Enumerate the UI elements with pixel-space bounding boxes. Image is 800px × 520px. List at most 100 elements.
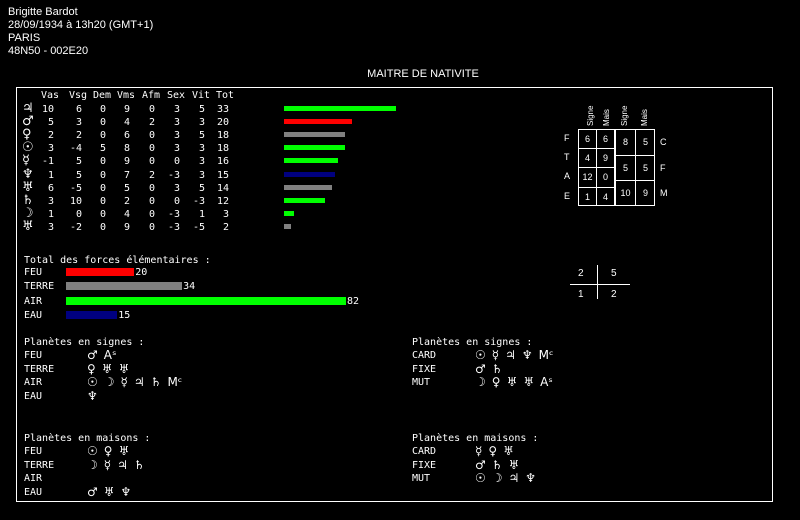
planet-glyph-icon: ♄ xyxy=(491,457,503,472)
score-cell: 0 xyxy=(99,104,106,115)
signs-elements-glyphs: ♂ Aˢ xyxy=(87,348,122,362)
grid-row-label: F xyxy=(660,162,666,173)
score-bar xyxy=(284,223,291,229)
planet-glyph-icon: ♃ xyxy=(508,471,520,486)
planet-glyph-icon: ♅ xyxy=(118,361,130,376)
planet-glyph-icon: ☽ xyxy=(475,375,486,390)
signs-modes-glyphs: ☉ ☿ ♃ ♆ Mᶜ xyxy=(475,348,559,362)
score-cell: 6 xyxy=(123,130,130,142)
houses-elements-label: TERRE xyxy=(24,459,55,471)
houses-elements-glyphs: ☉ ♀ ♅ xyxy=(87,444,135,458)
grid-row-label: T xyxy=(564,152,570,163)
score-cell: 10 xyxy=(41,104,54,115)
score-cell: 20 xyxy=(216,117,229,129)
planet-glyph-icon: ♆ xyxy=(521,348,533,362)
planet-glyph-icon: ♂ xyxy=(475,457,486,472)
signs-elements-label: EAU xyxy=(24,390,43,402)
houses-modes-heading: Planètes en maisons : xyxy=(412,433,539,444)
score-cell: 3 xyxy=(198,117,205,129)
grid-left-hline xyxy=(578,148,615,150)
planet-glyph-icon: ♂ xyxy=(22,114,34,130)
element-label-feu: FEU xyxy=(24,267,43,278)
houses-modes-label: FIXE xyxy=(412,459,437,471)
planet-glyph-icon: ♀ xyxy=(87,361,96,376)
score-cell: 0 xyxy=(99,169,106,181)
planet-glyph-icon: Mᶜ xyxy=(538,348,554,362)
houses-elements-label: AIR xyxy=(24,473,43,485)
quadrant-top-right: 5 xyxy=(611,268,617,279)
element-label-eau: EAU xyxy=(24,309,43,321)
score-bar xyxy=(284,210,295,216)
grid-left-hline xyxy=(578,167,615,169)
score-cell: 2 xyxy=(47,130,54,142)
planet-glyph-icon: ♅ xyxy=(22,218,34,234)
score-cell: 2 xyxy=(148,117,155,129)
score-cell: 18 xyxy=(216,143,229,155)
score-cell: 0 xyxy=(148,130,155,142)
score-cell: 0 xyxy=(173,195,180,207)
column-header-afm: Afm xyxy=(142,90,161,101)
score-cell: 5 xyxy=(198,130,205,142)
score-cell: 3 xyxy=(173,143,180,155)
planet-glyph-icon: ♅ xyxy=(523,375,535,390)
score-cell: 0 xyxy=(99,156,106,168)
score-bar xyxy=(284,158,339,164)
signs-elements-heading: Planètes en signes : xyxy=(24,337,145,348)
signs-elements-glyphs: ☉ ☽ ☿ ♃ ♄ Mᶜ xyxy=(87,375,188,389)
score-cell: 3 xyxy=(47,143,54,155)
grid-cell: 8 xyxy=(622,137,628,147)
score-bar xyxy=(284,106,396,111)
element-bar-terre xyxy=(66,282,183,291)
signs-modes-label: FIXE xyxy=(412,363,437,375)
score-cell: 0 xyxy=(148,182,155,194)
score-cell: 5 xyxy=(123,182,130,194)
houses-elements-label: FEU xyxy=(24,446,43,457)
element-label-air: AIR xyxy=(24,295,43,307)
score-cell: 2 xyxy=(75,130,82,142)
elements-heading: Total des forces élémentaires : xyxy=(24,255,211,266)
score-cell: 3 xyxy=(173,117,180,129)
score-cell: 3 xyxy=(47,195,54,207)
score-cell: -3 xyxy=(167,169,180,181)
score-bar xyxy=(284,119,352,125)
planet-glyph-icon: ♄ xyxy=(22,192,34,208)
planet-glyph-icon: ♂ xyxy=(475,361,486,376)
score-cell: 3 xyxy=(173,104,180,115)
signs-modes-label: MUT xyxy=(412,377,431,389)
score-cell: -2 xyxy=(69,221,82,233)
column-header-vit: Vit xyxy=(192,90,211,101)
planet-glyph-icon: ♆ xyxy=(525,471,537,486)
score-cell: 2 xyxy=(222,221,229,233)
grid-cell: 5 xyxy=(642,162,648,173)
score-cell: -5 xyxy=(192,221,205,233)
score-cell: 6 xyxy=(75,104,82,115)
grid-cell: 6 xyxy=(602,134,608,144)
signs-elements-label: AIR xyxy=(24,377,43,389)
signs-elements-label: TERRE xyxy=(24,363,55,375)
grid-row-label: E xyxy=(564,190,571,201)
score-cell: 3 xyxy=(47,221,54,233)
score-cell: 1 xyxy=(198,208,205,220)
score-cell: 4 xyxy=(123,117,130,129)
planet-glyph-icon: ♅ xyxy=(101,361,113,376)
score-cell: 3 xyxy=(75,117,82,129)
score-cell: 0 xyxy=(148,195,155,207)
grid-col-header: Mais xyxy=(602,109,611,126)
score-cell: 15 xyxy=(216,169,229,181)
houses-elements-glyphs: ☽ ☿ ♃ ♄ xyxy=(87,458,151,472)
score-cell: 3 xyxy=(198,156,205,168)
score-cell: 2 xyxy=(148,169,155,181)
planet-glyph-icon: ☉ xyxy=(22,140,34,156)
houses-elements-heading: Planètes en maisons : xyxy=(24,433,151,444)
score-cell: -3 xyxy=(167,221,180,233)
score-bar xyxy=(284,145,346,151)
score-cell: 1 xyxy=(47,169,54,181)
score-cell: 5 xyxy=(47,117,54,129)
score-cell: 3 xyxy=(198,169,205,181)
planet-glyph-icon: ♀ xyxy=(103,444,113,458)
score-cell: 8 xyxy=(123,143,130,155)
houses-modes-label: CARD xyxy=(412,446,437,457)
signs-elements-glyphs: ♀ ♅ ♅ xyxy=(87,362,135,376)
element-bar-eau xyxy=(66,310,118,319)
birth-city: PARIS xyxy=(8,32,41,44)
